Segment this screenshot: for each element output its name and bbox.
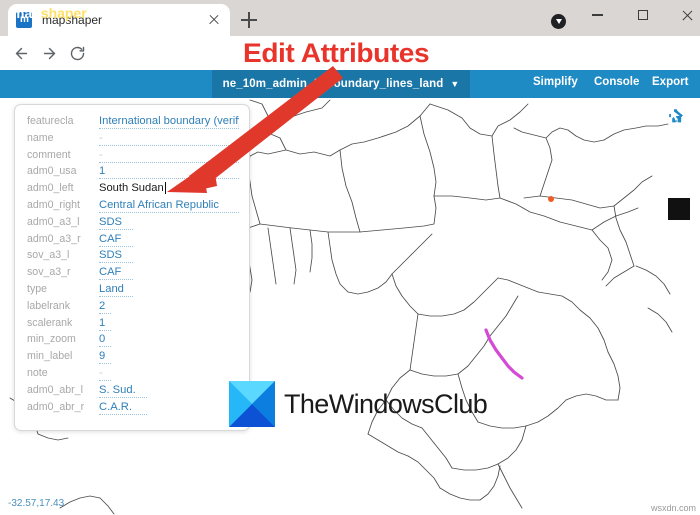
download-icon[interactable] <box>551 14 566 29</box>
attribute-value[interactable]: 1 <box>99 316 111 331</box>
attribute-row: adm0_a3_r CAF <box>27 232 239 249</box>
attribute-row: sov_a3_l SDS <box>27 248 239 265</box>
logo-suffix: shaper <box>40 5 87 21</box>
attribute-value[interactable]: CAF <box>99 265 133 281</box>
attribute-key: min_label <box>27 350 73 363</box>
reload-icon[interactable] <box>68 44 86 62</box>
attribute-key: name <box>27 131 54 144</box>
close-window-button[interactable] <box>665 0 700 30</box>
minimize-button[interactable] <box>575 0 620 30</box>
maximize-button[interactable] <box>620 0 665 30</box>
attribute-key: adm0_a3_l <box>27 215 80 228</box>
zoom-out-icon[interactable] <box>668 113 692 194</box>
attribute-key: comment <box>27 148 71 161</box>
watermark: TheWindowsClub <box>229 381 488 427</box>
attribute-row: adm0_right Central African Republic <box>27 198 239 215</box>
attribute-key: adm0_right <box>27 198 80 211</box>
close-icon[interactable] <box>206 12 222 28</box>
map-tool-palette <box>668 108 692 224</box>
attribute-key: featurecla <box>27 115 74 127</box>
red-arrow-icon <box>167 66 343 193</box>
attribute-value[interactable]: 2 <box>99 299 111 314</box>
tab-strip: m mapshaper <box>0 0 700 36</box>
zoom-in-icon[interactable] <box>668 109 692 164</box>
attribute-value[interactable]: SDS <box>99 215 133 230</box>
attribute-value[interactable]: - <box>99 366 111 381</box>
cursor-select-icon[interactable] <box>668 109 690 220</box>
attribute-value[interactable]: CAF <box>99 232 133 247</box>
attribute-row: adm0_a3_l SDS <box>27 215 239 232</box>
attribute-row: adm0_abr_l S. Sud. <box>27 383 239 400</box>
site-credit: wsxdn.com <box>650 503 696 513</box>
menu-item-export[interactable]: Export <box>652 76 688 88</box>
attribute-key: type <box>27 282 48 295</box>
arrow-right-icon[interactable] <box>40 44 58 62</box>
attribute-key: adm0_left <box>27 182 74 195</box>
attribute-key: adm0_usa <box>27 165 77 178</box>
attribute-row: scalerank 1 <box>27 316 239 333</box>
attribute-row: min_label 9 <box>27 349 239 366</box>
menu-item-simplify[interactable]: Simplify <box>533 76 578 88</box>
attribute-value[interactable]: 0 <box>99 332 111 348</box>
attribute-value[interactable]: S. Sud. <box>99 383 147 398</box>
watermark-text: TheWindowsClub <box>284 388 488 419</box>
attribute-value[interactable]: Central African Republic <box>99 198 239 213</box>
attribute-key: sov_a3_r <box>27 266 71 279</box>
attribute-row: labelrank 2 <box>27 299 239 316</box>
attribute-value[interactable]: 9 <box>99 349 111 365</box>
cursor-coordinates: -32.57,17.43 <box>8 498 65 509</box>
attribute-value[interactable]: Land <box>99 282 133 297</box>
attribute-key: sov_a3_l <box>27 249 70 262</box>
attribute-key: adm0_a3_r <box>27 232 81 245</box>
attribute-key: adm0_abr_r <box>27 400 85 413</box>
new-tab-button[interactable] <box>238 9 260 31</box>
arrow-left-icon[interactable] <box>12 44 30 62</box>
mapshaper-logo: mapshaper <box>12 5 87 21</box>
attribute-key: note <box>27 366 48 379</box>
attribute-key: min_zoom <box>27 333 76 346</box>
browser-window: m mapshaper mapshaper ▼ Simplify Console… <box>0 0 700 515</box>
attribute-key: adm0_abr_l <box>27 383 83 396</box>
menu-item-console[interactable]: Console <box>594 76 639 88</box>
attribute-value[interactable]: C.A.R. <box>99 400 147 415</box>
attribute-row: note - <box>27 366 239 383</box>
map-marker <box>548 196 554 202</box>
thewindowsclub-logo <box>229 381 275 427</box>
chevron-down-icon: ▼ <box>450 79 460 89</box>
attribute-value[interactable]: SDS <box>99 248 133 264</box>
attribute-row: sov_a3_r CAF <box>27 265 239 282</box>
attribute-row: min_zoom 0 <box>27 332 239 349</box>
logo-prefix: map <box>12 5 41 21</box>
attribute-key: labelrank <box>27 299 70 312</box>
selected-boundary-highlight <box>484 328 524 380</box>
attribute-key: scalerank <box>27 316 73 329</box>
attribute-row: type Land <box>27 282 239 299</box>
attribute-row: adm0_abr_r C.A.R. <box>27 400 239 417</box>
